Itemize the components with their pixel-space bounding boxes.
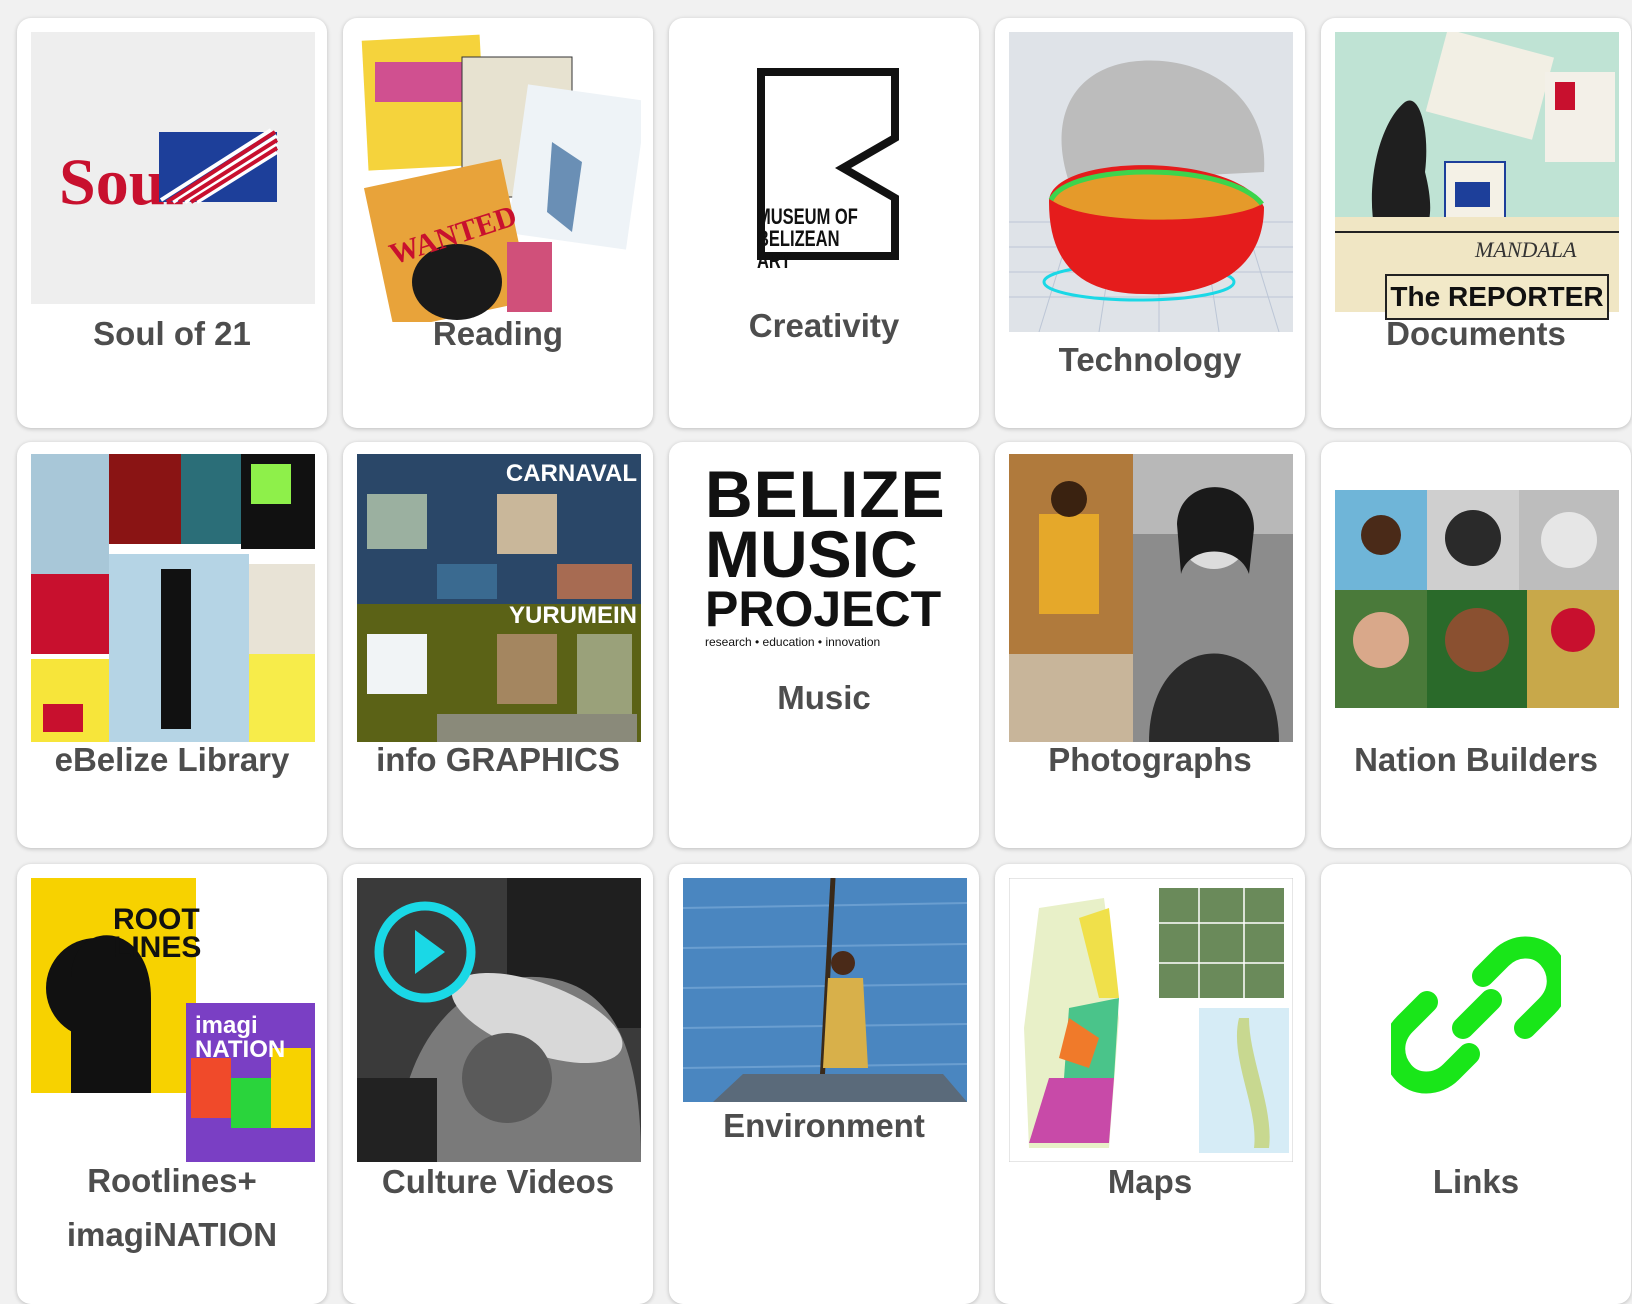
ebelize-library-collage-icon xyxy=(31,454,315,742)
card-music[interactable]: BELIZE MUSIC PROJECT research • educatio… xyxy=(669,442,979,848)
card-label: Technology xyxy=(1058,341,1242,378)
label-line: Rootlines+ xyxy=(87,1162,257,1199)
belize-music-project-logo-icon: BELIZE MUSIC PROJECT research • educatio… xyxy=(705,457,955,650)
topics-grid: Soul Soul of 21 WANTED Reading MUSEUM OF… xyxy=(0,0,1632,1304)
logo-line: BELIZEAN xyxy=(757,226,840,251)
card-label: info GRAPHICS xyxy=(376,741,620,778)
link-icon xyxy=(1383,930,1569,1100)
card-label: Nation Builders xyxy=(1354,741,1598,778)
card-environment[interactable]: Environment xyxy=(669,864,979,1304)
card-label: Creativity xyxy=(748,307,900,344)
rootlines-poster-title: ROOT LINES xyxy=(113,903,202,964)
card-technology[interactable]: Technology xyxy=(995,18,1305,428)
card-label: Documents xyxy=(1386,315,1566,352)
logo-line: PROJECT xyxy=(705,581,942,637)
logo-line: BELIZE xyxy=(705,457,946,531)
card-label: Photographs xyxy=(1048,741,1252,778)
card-info-graphics[interactable]: CARNAVAL YURUMEIN info GRAPHICS xyxy=(343,442,653,848)
photographs-collage-icon xyxy=(1009,454,1293,742)
card-reading[interactable]: WANTED Reading xyxy=(343,18,653,428)
card-label: eBelize Library xyxy=(54,741,290,778)
museum-logo-text: MUSEUM OF BELIZEAN ART xyxy=(757,206,858,272)
play-icon[interactable] xyxy=(373,900,477,1004)
carnaval-banner: CARNAVAL xyxy=(505,460,637,487)
card-label: Reading xyxy=(432,315,564,352)
logo-line: MUSIC xyxy=(705,517,918,591)
maps-collage-icon xyxy=(1009,878,1293,1162)
card-rootlines-imagination[interactable]: ROOT LINES imagi NATION Rootlines+ imagi… xyxy=(17,864,327,1304)
card-nation-builders[interactable]: Nation Builders xyxy=(1321,442,1631,848)
card-label: Music xyxy=(777,679,871,716)
soul-of-21-logo-icon: Soul xyxy=(31,32,315,304)
card-documents[interactable]: MANDALA The REPORTER Documents xyxy=(1321,18,1631,428)
card-creativity[interactable]: MUSEUM OF BELIZEAN ART Creativity xyxy=(669,18,979,428)
card-label: Environment xyxy=(723,1107,925,1144)
card-label: Maps xyxy=(1107,1163,1193,1200)
card-links[interactable]: Links xyxy=(1321,864,1631,1304)
infographics-collage-icon xyxy=(357,454,641,742)
3d-model-render-icon xyxy=(1009,32,1293,332)
logo-line: MUSEUM OF xyxy=(757,204,858,229)
card-label: Soul of 21 xyxy=(93,315,251,352)
fisherman-photo-icon xyxy=(683,878,967,1102)
card-photographs[interactable]: Photographs xyxy=(995,442,1305,848)
yurumein-banner: YURUMEIN xyxy=(508,602,637,629)
reading-covers-icon: WANTED xyxy=(357,32,641,322)
svg-text:MANDALA: MANDALA xyxy=(1474,237,1577,262)
portraits-collage-icon xyxy=(1335,490,1619,708)
card-label: Culture Videos xyxy=(381,1163,615,1200)
card-label: Links xyxy=(1432,1163,1520,1200)
card-maps[interactable]: Maps xyxy=(995,864,1305,1304)
label-line: imagiNATION xyxy=(66,1216,278,1254)
card-soul-of-21[interactable]: Soul Soul of 21 xyxy=(17,18,327,428)
card-ebelize-library[interactable]: eBelize Library xyxy=(17,442,327,848)
card-culture-videos[interactable]: Culture Videos xyxy=(343,864,653,1304)
documents-collage-icon: MANDALA xyxy=(1335,32,1619,312)
card-label: Rootlines+ imagiNATION xyxy=(17,1154,327,1263)
logo-line: ART xyxy=(757,248,791,273)
imagination-poster-title: imagi NATION xyxy=(195,1012,286,1063)
